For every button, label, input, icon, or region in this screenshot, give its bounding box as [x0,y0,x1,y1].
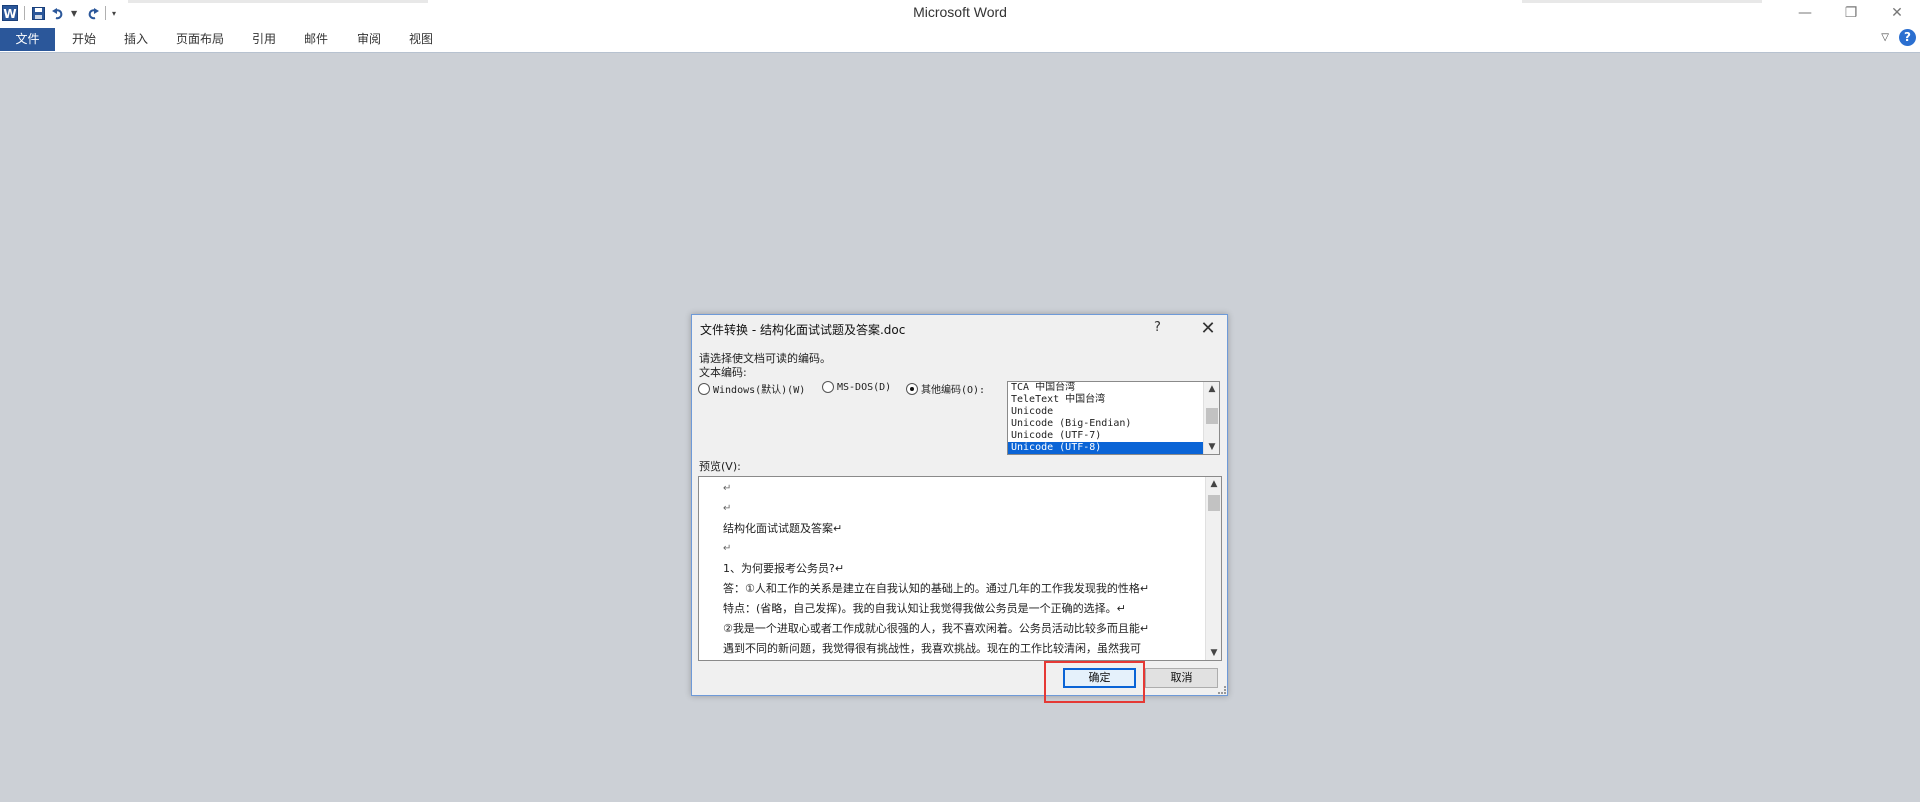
preview-pane[interactable]: ↵ ↵ 结构化面试试题及答案↵ ↵ 1、为何要报考公务员?↵ 答：①人和工作的关… [698,476,1222,661]
preview-line: ↵ [723,503,732,514]
scroll-up-icon[interactable]: ▲ [1206,477,1221,491]
preview-line: 遇到不同的新问题，我觉得很有挑战性，我喜欢挑战。现在的工作比较清闲，虽然我可 [723,642,1141,655]
tab-mailings[interactable]: 邮件 [295,28,337,51]
radio-windows-default[interactable]: Windows(默认)(W) [698,381,805,396]
scroll-thumb[interactable] [1208,495,1220,511]
encoding-label: 文本编码: [699,366,747,379]
encoding-scrollbar[interactable]: ▲ ▼ [1203,382,1219,454]
list-item[interactable]: Unicode [1008,406,1206,418]
close-button[interactable]: ✕ [1874,0,1920,26]
radio-circle-checked[interactable] [906,382,918,395]
minimize-button[interactable]: — [1782,0,1828,26]
tab-insert[interactable]: 插入 [115,28,157,51]
preview-line: 答：①人和工作的关系是建立在自我认知的基础上的。通过几年的工作我发现我的性格↵ [723,582,1150,595]
radio-circle[interactable] [822,381,834,393]
dialog-close-button[interactable]: ✕ [1192,316,1224,342]
encoding-listbox[interactable]: TCA 中国台湾 TeleText 中国台湾 Unicode Unicode (… [1007,381,1220,455]
ribbon-tab-bar: 文件 开始 插入 页面布局 引用 邮件 审阅 视图 ▽ ? [0,26,1920,53]
list-item[interactable]: Unicode (Big-Endian) [1008,418,1206,430]
cancel-button[interactable]: 取消 [1145,668,1218,688]
scroll-thumb[interactable] [1206,408,1218,424]
ribbon-collapse-icon[interactable]: ▽ [1881,32,1889,43]
radio-circle[interactable] [698,382,710,395]
window-title: Microsoft Word [913,4,1007,20]
preview-line: ↵ [723,483,732,494]
tab-file[interactable]: 文件 [0,28,55,51]
scroll-down-icon[interactable]: ▼ [1206,646,1221,660]
scroll-up-icon[interactable]: ▲ [1204,382,1219,396]
radio-label: MS-DOS(D) [837,381,892,393]
window-controls: — ❐ ✕ [1782,0,1920,26]
annotation-highlight-box [1044,661,1145,703]
resize-grip-icon[interactable] [1218,686,1226,694]
dialog-help-button[interactable]: ? [1154,320,1161,335]
list-item[interactable]: TCA 中国台湾 [1008,382,1206,394]
background-window-edge [1522,0,1762,3]
dialog-title: 文件转换 - 结构化面试试题及答案.doc [700,323,906,337]
tab-page-layout[interactable]: 页面布局 [168,28,232,51]
preview-content: ↵ ↵ 结构化面试试题及答案↵ ↵ 1、为何要报考公务员?↵ 答：①人和工作的关… [723,479,1199,660]
list-item[interactable]: Unicode (UTF-7) [1008,430,1206,442]
restore-button[interactable]: ❐ [1828,0,1874,26]
background-window-edge [128,0,428,3]
tab-home[interactable]: 开始 [63,28,105,51]
preview-line: 结构化面试试题及答案↵ [723,522,843,535]
tab-references[interactable]: 引用 [243,28,285,51]
radio-label: 其他编码(O): [921,385,986,396]
radio-label: Windows(默认)(W) [713,385,806,396]
preview-line: ②我是一个进取心或者工作成就心很强的人，我不喜欢闲着。公务员活动比较多而且能↵ [723,622,1150,635]
list-item-selected[interactable]: Unicode (UTF-8) [1008,442,1206,454]
file-conversion-dialog: 文件转换 - 结构化面试试题及答案.doc ? ✕ 请选择使文档可读的编码。 文… [691,314,1228,696]
preview-line: ↵ [723,543,732,554]
preview-line: 特点：(省略，自己发挥)。我的自我认知让我觉得我做公务员是一个正确的选择。↵ [723,602,1126,615]
scroll-down-icon[interactable]: ▼ [1204,440,1219,454]
list-item[interactable]: TeleText 中国台湾 [1008,394,1206,406]
ribbon-right-controls: ▽ ? [1881,29,1916,46]
help-icon[interactable]: ? [1899,29,1916,46]
preview-line: 1、为何要报考公务员?↵ [723,562,845,575]
radio-other-encoding[interactable]: 其他编码(O): [906,381,985,396]
preview-scrollbar[interactable]: ▲ ▼ [1205,477,1221,660]
tab-view[interactable]: 视图 [400,28,442,51]
tab-review[interactable]: 审阅 [348,28,390,51]
title-bar: W ▼ ▾ Microsoft Word — ❐ ✕ [0,0,1920,26]
preview-label: 预览(V): [699,460,741,473]
radio-ms-dos[interactable]: MS-DOS(D) [822,381,891,393]
